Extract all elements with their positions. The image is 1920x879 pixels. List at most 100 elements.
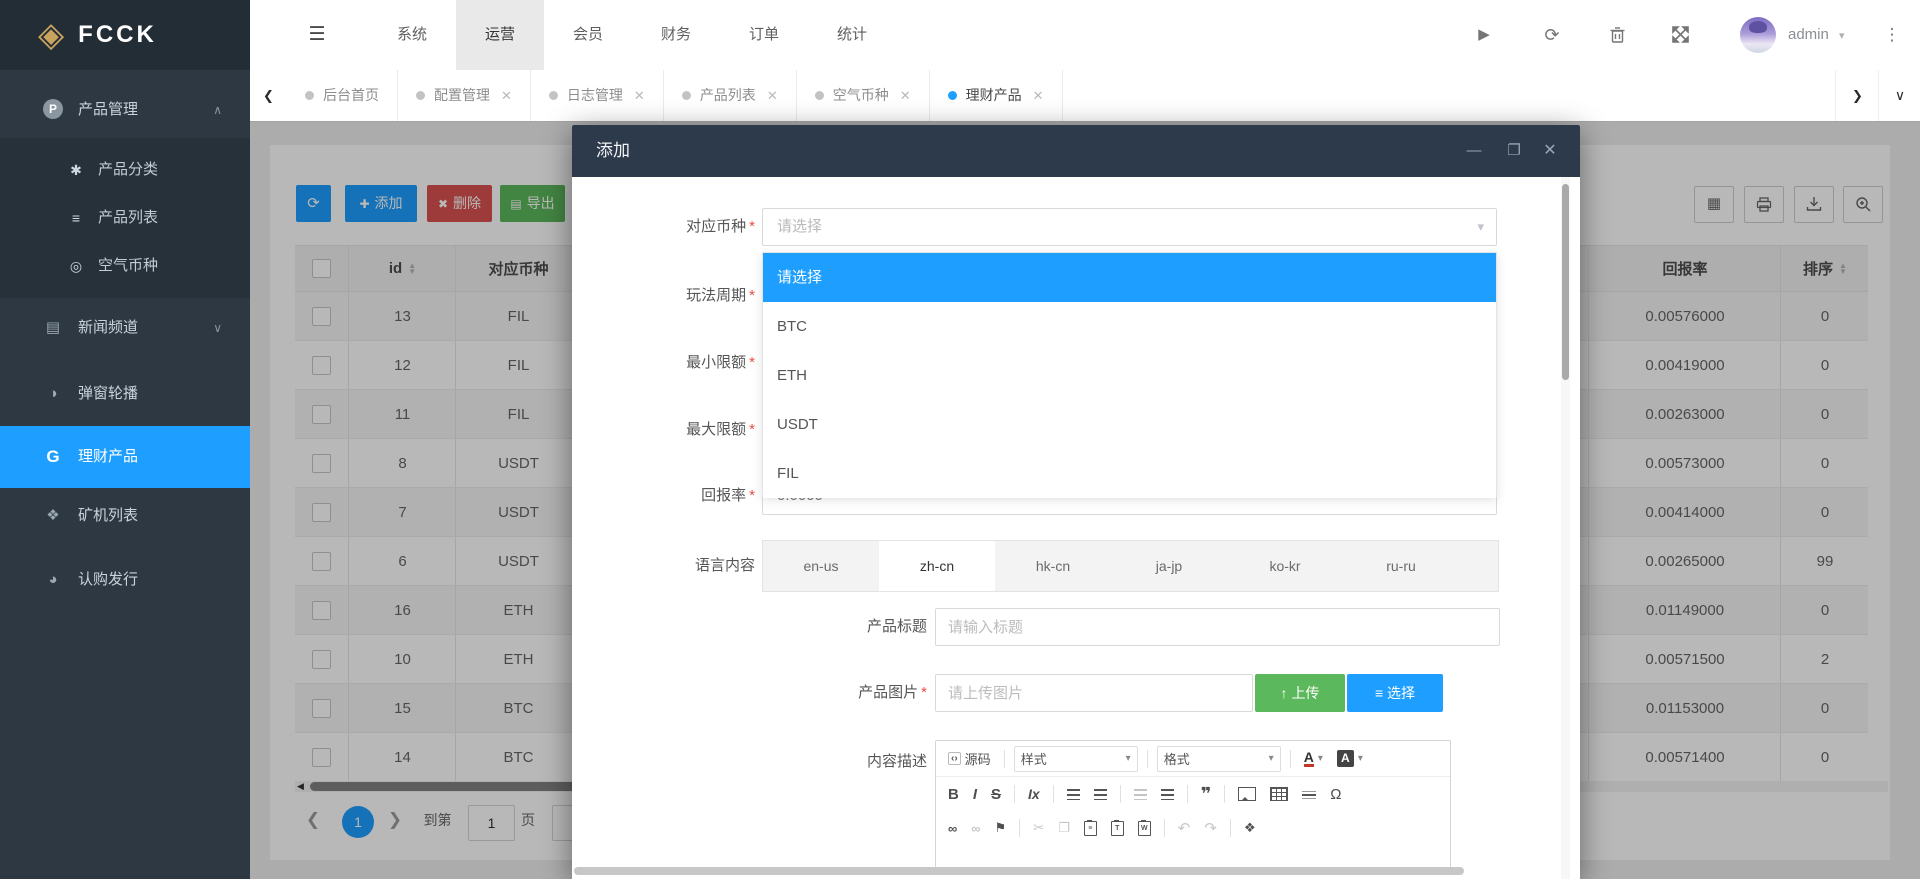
upload-button[interactable]: ↑ 上传 bbox=[1255, 674, 1345, 712]
language-tab[interactable]: zh-cn bbox=[879, 541, 995, 591]
trash-icon[interactable] bbox=[1601, 0, 1633, 70]
source-button[interactable]: ‹› 源码 bbox=[944, 747, 995, 770]
nav-item-system[interactable]: 系统 bbox=[368, 0, 456, 70]
tab-close-icon[interactable]: ✕ bbox=[634, 70, 645, 121]
copy-button[interactable]: ❐ bbox=[1054, 818, 1074, 838]
field-label-image: 产品图片* bbox=[772, 674, 927, 712]
format-combo[interactable]: 格式▾ bbox=[1157, 746, 1281, 772]
sidebar-item-product-category[interactable]: ✱ 产品分类 bbox=[0, 146, 250, 194]
blockquote-button[interactable]: ❞ bbox=[1197, 782, 1216, 807]
brand-name: FCCK bbox=[78, 21, 157, 49]
tab[interactable]: 日志管理 ✕ bbox=[531, 70, 664, 121]
sidebar-item-finance-products[interactable]: G 理财产品 bbox=[0, 426, 250, 488]
bold-button[interactable]: B bbox=[944, 784, 963, 805]
italic-button[interactable]: I bbox=[969, 784, 981, 805]
outdent-button[interactable] bbox=[1130, 787, 1151, 802]
nav-item-finance[interactable]: 财务 bbox=[632, 0, 720, 70]
product-title-input[interactable] bbox=[935, 608, 1500, 646]
language-tab[interactable]: ko-kr bbox=[1227, 541, 1343, 591]
ordered-list-button[interactable] bbox=[1063, 787, 1084, 802]
tabbar: ❮ 后台首页 ✕ 配置管理 ✕ 日志管理 ✕ 产品列表 bbox=[250, 70, 1920, 122]
maximize-icon[interactable]: ❐ bbox=[1500, 125, 1528, 177]
coin-select[interactable]: 请选择 ▾ bbox=[762, 208, 1497, 246]
indent-button[interactable] bbox=[1157, 787, 1178, 802]
modal-scrollbar[interactable] bbox=[1561, 177, 1570, 879]
sidebar-item-product-management[interactable]: P 产品管理 ∧ bbox=[0, 82, 250, 138]
sidebar-item-popup-carousel[interactable]: ◑ 弹窗轮播 bbox=[0, 368, 250, 420]
tab[interactable]: 理财产品 ✕ bbox=[930, 70, 1063, 121]
tabs-menu-icon[interactable]: ∨ bbox=[1878, 70, 1920, 121]
tab-close-icon[interactable]: ✕ bbox=[501, 70, 512, 121]
table-button[interactable] bbox=[1266, 785, 1292, 803]
tab-label: 空气币种 bbox=[833, 70, 889, 121]
paste-text-button[interactable]: T bbox=[1107, 819, 1128, 838]
dropdown-option[interactable]: BTC bbox=[763, 302, 1496, 351]
sidebar-item-news-channel[interactable]: ▤ 新闻频道 ∨ bbox=[0, 302, 250, 354]
unlink-button[interactable]: ∞ bbox=[967, 819, 984, 838]
strikethrough-button[interactable]: S bbox=[987, 784, 1005, 805]
tab[interactable]: 产品列表 ✕ bbox=[664, 70, 797, 121]
avatar[interactable] bbox=[1740, 17, 1776, 53]
style-combo[interactable]: 样式▾ bbox=[1014, 746, 1138, 772]
anchor-button[interactable]: ⚑ bbox=[991, 818, 1011, 838]
fullscreen-icon[interactable] bbox=[1664, 0, 1696, 70]
tab-close-icon[interactable]: ✕ bbox=[1033, 70, 1044, 121]
horizontal-rule-button[interactable] bbox=[1298, 787, 1320, 802]
more-menu-icon[interactable]: ⋮ bbox=[1878, 0, 1906, 70]
tab[interactable]: 配置管理 ✕ bbox=[398, 70, 531, 121]
bullet-list-button[interactable] bbox=[1090, 787, 1111, 802]
nav-item-orders[interactable]: 订单 bbox=[720, 0, 808, 70]
tab-label: 理财产品 bbox=[966, 70, 1022, 121]
tabs-scroll-left-icon[interactable]: ❮ bbox=[250, 70, 288, 121]
sidebar-item-product-list[interactable]: ≡ 产品列表 bbox=[0, 194, 250, 242]
text-color-button[interactable]: A ▾ bbox=[1300, 748, 1327, 769]
required-star: * bbox=[749, 487, 755, 504]
tab-close-icon[interactable]: ✕ bbox=[900, 70, 911, 121]
dropdown-option[interactable]: 请选择 bbox=[763, 253, 1496, 302]
dropdown-option[interactable]: ETH bbox=[763, 351, 1496, 400]
username[interactable]: admin ▾ bbox=[1788, 0, 1845, 70]
language-tab[interactable]: ru-ru bbox=[1343, 541, 1459, 591]
close-icon[interactable]: ✕ bbox=[1536, 125, 1564, 177]
editor-maximize-button[interactable]: ❖ bbox=[1240, 818, 1260, 838]
nav-item-operation[interactable]: 运营 bbox=[456, 0, 544, 70]
remove-format-button[interactable]: Ix bbox=[1024, 784, 1044, 804]
tab[interactable]: 空气币种 ✕ bbox=[797, 70, 930, 121]
paste-button[interactable]: ≡ bbox=[1080, 819, 1101, 838]
modal-scrollbar-thumb[interactable] bbox=[1562, 184, 1569, 380]
product-image-input[interactable] bbox=[935, 674, 1253, 712]
tab-dot-icon bbox=[305, 91, 314, 100]
dropdown-option[interactable]: USDT bbox=[763, 400, 1496, 449]
pie-icon: ◕ bbox=[42, 556, 64, 604]
language-tab[interactable]: en-us bbox=[763, 541, 879, 591]
modal-horizontal-scrollbar[interactable] bbox=[574, 867, 1464, 875]
play-icon[interactable]: ▶ bbox=[1468, 0, 1500, 70]
special-char-button[interactable]: Ω bbox=[1326, 784, 1345, 805]
sidebar-item-label: 新闻频道 bbox=[78, 302, 138, 354]
undo-button[interactable]: ↶ bbox=[1174, 817, 1195, 839]
dropdown-option[interactable]: FIL bbox=[763, 449, 1496, 498]
language-tab[interactable]: hk-cn bbox=[995, 541, 1111, 591]
tabs-scroll-right-icon[interactable]: ❯ bbox=[1835, 70, 1879, 121]
cut-button[interactable]: ✂ bbox=[1029, 818, 1048, 838]
refresh-icon[interactable]: ⟳ bbox=[1536, 0, 1568, 70]
chevron-down-icon: ∨ bbox=[213, 302, 222, 354]
dialog-header[interactable]: 添加 — ❐ ✕ bbox=[572, 125, 1580, 177]
minimize-icon[interactable]: — bbox=[1460, 125, 1488, 177]
username-text: admin bbox=[1788, 26, 1829, 43]
redo-button[interactable]: ↷ bbox=[1200, 817, 1221, 839]
sidebar-item-air-coin[interactable]: ◎ 空气币种 bbox=[0, 242, 250, 290]
paste-word-button[interactable]: W bbox=[1134, 819, 1155, 838]
image-button[interactable] bbox=[1234, 785, 1260, 803]
sidebar-item-miner-list[interactable]: ❖ 矿机列表 bbox=[0, 492, 250, 540]
tab-close-icon[interactable]: ✕ bbox=[767, 70, 778, 121]
choose-button[interactable]: ≡ 选择 bbox=[1347, 674, 1443, 712]
sidebar-collapse-icon[interactable]: ☰ bbox=[300, 0, 334, 70]
sidebar-item-subscription-issue[interactable]: ◕ 认购发行 bbox=[0, 556, 250, 604]
nav-item-members[interactable]: 会员 bbox=[544, 0, 632, 70]
link-button[interactable]: ∞ bbox=[944, 819, 961, 838]
language-tab[interactable]: ja-jp bbox=[1111, 541, 1227, 591]
bg-color-button[interactable]: A ▾ bbox=[1333, 748, 1367, 769]
nav-item-statistics[interactable]: 统计 bbox=[808, 0, 896, 70]
tab[interactable]: 后台首页 ✕ bbox=[287, 70, 398, 121]
